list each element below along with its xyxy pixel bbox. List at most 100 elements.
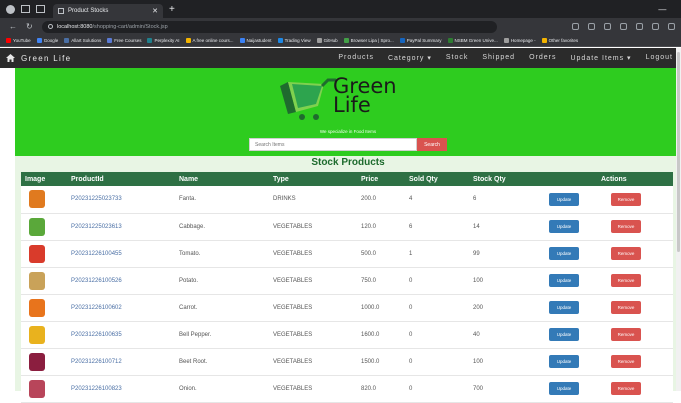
brand-name: Green Life — [21, 53, 72, 63]
table-row: P20231226100712 Beet Root. VEGETABLES 1500.… — [21, 348, 673, 375]
bookmark-item[interactable]: PayPal Summary — [399, 38, 442, 43]
update-button[interactable]: Update — [549, 220, 579, 233]
bookmark-item[interactable]: Free Courses — [107, 38, 141, 43]
bookmark-favicon-icon — [277, 38, 283, 43]
collections-icon[interactable] — [652, 23, 659, 30]
update-button[interactable]: Update — [549, 301, 579, 314]
sold-qty: 0 — [409, 385, 413, 392]
address-toolbar: ← ↻ localhost:8080 /shopping-cart/admin/… — [0, 18, 681, 35]
remove-cell: Remove — [597, 375, 673, 402]
back-icon[interactable]: ← — [9, 22, 17, 31]
close-tab-icon[interactable]: ✕ — [152, 7, 158, 15]
bookmark-item[interactable]: YouTube — [6, 38, 31, 43]
favorite-star-icon[interactable] — [588, 23, 595, 30]
update-button[interactable]: Update — [549, 382, 579, 395]
product-type: VEGETABLES — [273, 358, 313, 365]
product-name: Carrot. — [179, 304, 198, 311]
site-info-icon[interactable] — [48, 24, 53, 29]
remove-cell: Remove — [597, 213, 673, 240]
bookmark-label: Free Courses — [114, 38, 142, 43]
nav-item-updateitems[interactable]: Update Items ▾ — [570, 54, 631, 62]
remove-button[interactable]: Remove — [611, 301, 641, 314]
onion-icon — [29, 379, 45, 398]
stock-qty: 14 — [473, 223, 480, 230]
bookmark-label: Homepage - — [510, 38, 536, 43]
product-image-cell — [21, 240, 67, 267]
bookmark-favicon-icon — [447, 38, 453, 43]
nav-item-products[interactable]: Products — [338, 54, 374, 62]
nav-item-stock[interactable]: Stock — [446, 54, 469, 62]
extensions-icon[interactable] — [604, 23, 611, 30]
product-price: 500.0 — [361, 250, 377, 257]
bookmark-label: GitHub — [323, 38, 338, 43]
brand-link[interactable]: Green Life — [6, 54, 71, 63]
address-bar[interactable]: localhost:8080 /shopping-cart/admin/Stoc… — [42, 20, 497, 33]
nav-item-logout[interactable]: Logout — [646, 54, 673, 62]
tomato-icon — [29, 244, 45, 263]
remove-button[interactable]: Remove — [611, 247, 641, 260]
product-image-cell — [21, 294, 67, 321]
bookmark-item[interactable]: GitHub — [316, 38, 338, 43]
remove-button[interactable]: Remove — [611, 192, 641, 206]
table-row: P20231226100602 Carrot. VEGETABLES 1000.0 0 2… — [21, 294, 673, 321]
stock-qty: 6 — [473, 196, 477, 203]
nav-item-category[interactable]: Category ▾ — [388, 54, 432, 62]
tagline: We specialize in Food Items — [319, 129, 377, 134]
nav-item-orders[interactable]: Orders — [529, 54, 556, 62]
bookmark-label: Google — [43, 38, 59, 43]
split-screen-icon[interactable] — [620, 23, 627, 30]
bookmark-item[interactable]: Trading View — [277, 38, 311, 43]
product-image-cell — [21, 321, 67, 348]
bookmark-favicon-icon — [343, 38, 349, 43]
column-header: ProductId — [71, 175, 104, 183]
remove-button[interactable]: Remove — [611, 355, 641, 368]
update-button[interactable]: Update — [549, 328, 579, 341]
bookmark-item[interactable]: Allart Solutions — [64, 38, 101, 43]
workspaces-icon[interactable] — [21, 5, 30, 13]
bookmark-item[interactable]: Naijastudent — [239, 38, 272, 43]
product-id: P20231225023613 — [71, 223, 122, 230]
new-tab-icon[interactable]: + — [169, 4, 175, 15]
product-name: Beet Root. — [179, 358, 208, 365]
remove-button[interactable]: Remove — [611, 220, 641, 233]
browser-menu-icon[interactable] — [668, 23, 675, 30]
remove-button[interactable]: Remove — [611, 382, 641, 395]
remove-button[interactable]: Remove — [611, 274, 641, 287]
browser-tab[interactable]: Product Stocks ✕ — [53, 4, 163, 18]
update-button[interactable]: Update — [549, 274, 579, 287]
read-aloud-icon[interactable] — [572, 23, 579, 30]
update-cell: Update — [541, 321, 597, 348]
search-input[interactable] — [249, 138, 417, 151]
tab-actions-icon[interactable] — [36, 5, 45, 13]
favorites-icon[interactable] — [636, 23, 643, 30]
profile-icon[interactable] — [6, 4, 15, 14]
nav-item-shipped[interactable]: Shipped — [482, 54, 515, 62]
bookmark-favicon-icon — [147, 38, 153, 43]
bookmark-item[interactable]: A free online cours... — [185, 38, 234, 43]
bookmark-item[interactable]: Google — [36, 38, 59, 43]
column-header: Name — [179, 175, 199, 183]
table-body: P20231225023733 Fanta. DRINKS 200.0 4 6 Update… — [21, 186, 673, 402]
window-controls[interactable]: — — [658, 5, 673, 14]
product-type: DRINKS — [273, 196, 296, 203]
beetroot-icon — [29, 352, 45, 371]
product-type: VEGETABLES — [273, 277, 313, 284]
remove-button[interactable]: Remove — [611, 328, 641, 341]
search-button[interactable]: Search — [417, 138, 447, 151]
home-icon — [6, 54, 15, 62]
scrollbar-thumb[interactable] — [677, 52, 680, 252]
product-price: 200.0 — [361, 196, 377, 203]
update-button[interactable]: Update — [549, 355, 579, 368]
bookmark-item[interactable]: Perplexity AI — [147, 38, 180, 43]
bookmark-item[interactable]: NSBM Green Unive... — [447, 38, 498, 43]
bookmark-item[interactable]: Browser Lipa | Spro... — [343, 38, 394, 43]
bell-pepper-icon — [29, 325, 45, 344]
refresh-icon[interactable]: ↻ — [26, 22, 34, 31]
bookmark-item[interactable]: Homepage - — [503, 38, 536, 43]
update-button[interactable]: Update — [549, 192, 579, 206]
table-row: P20231226100526 Potato. VEGETABLES 750.0 0 10… — [21, 267, 673, 294]
bookmark-label: Other favorites — [548, 38, 579, 43]
table-row: P20231225023613 Cabbage. VEGETABLES 120.0 6 1… — [21, 213, 673, 240]
update-button[interactable]: Update — [549, 247, 579, 260]
bookmark-item[interactable]: Other favorites — [541, 38, 579, 43]
